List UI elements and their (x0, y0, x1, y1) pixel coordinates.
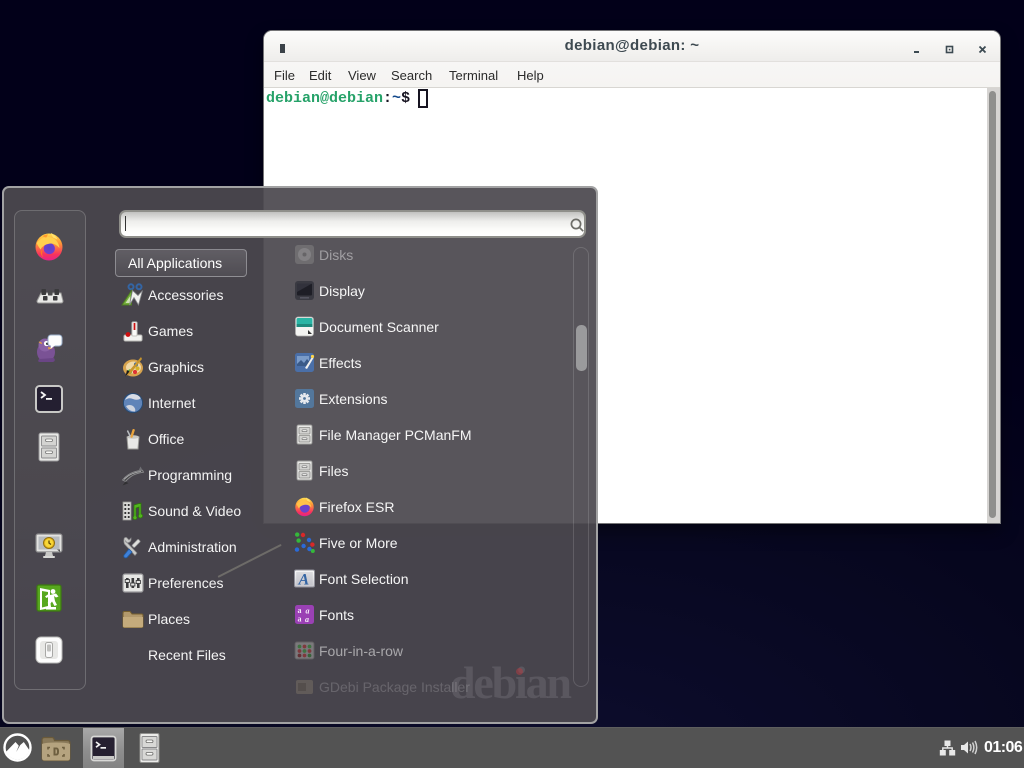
svg-text:a: a (305, 615, 309, 624)
svg-text:A: A (298, 572, 310, 589)
svg-text:a: a (298, 615, 302, 624)
